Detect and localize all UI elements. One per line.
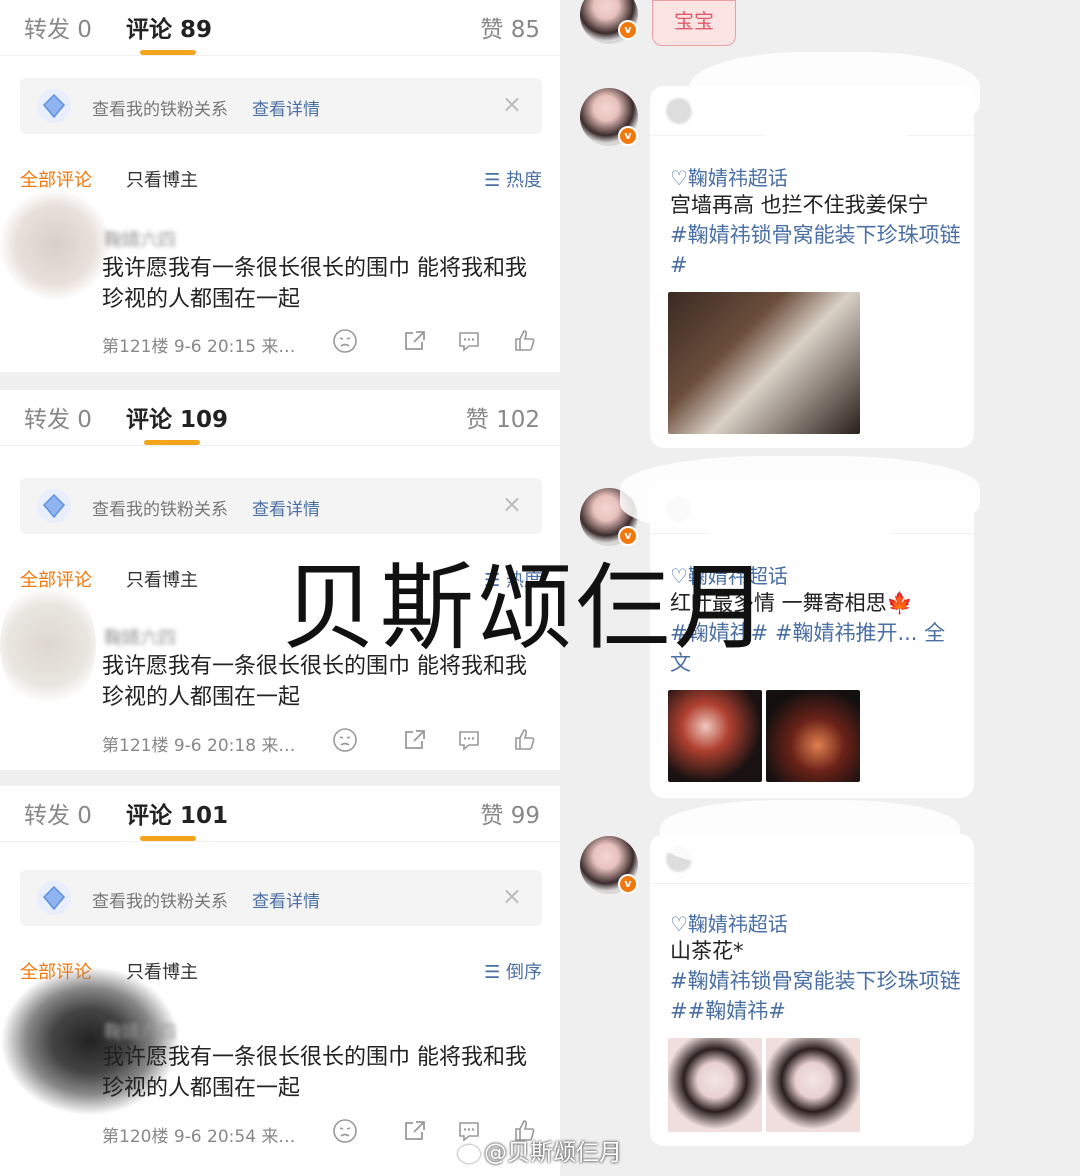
close-icon[interactable]: × bbox=[502, 882, 522, 910]
post-image[interactable] bbox=[668, 1038, 762, 1132]
verified-icon: v bbox=[618, 874, 638, 894]
share-icon[interactable] bbox=[402, 1118, 428, 1144]
comment-text: 我许愿我有一条很长很长的围巾 能将我和我珍视的人都围在一起 bbox=[102, 1045, 527, 1101]
reply-icon[interactable] bbox=[456, 727, 482, 753]
fan-relation-text: 查看我的铁粉关系 bbox=[92, 892, 228, 912]
redaction-scribble bbox=[620, 456, 980, 536]
tab-likes[interactable]: 赞 85 bbox=[480, 10, 540, 44]
shared-post-card[interactable]: ♡鞠婧祎超话 山茶花* #鞠婧祎锁骨窝能装下珍珠项链##鞠婧祎# bbox=[650, 834, 974, 1146]
shared-post-card[interactable]: ♡鞠婧祎超话 宫墙再高 也拦不住我姜保宁 #鞠婧祎锁骨窝能装下珍珠项链# bbox=[650, 86, 974, 448]
fan-relation-bar[interactable]: 查看我的铁粉关系 查看详情 × bbox=[20, 78, 542, 134]
like-icon[interactable] bbox=[512, 328, 538, 354]
bottom-watermark: @贝斯颂仨月 bbox=[458, 1133, 622, 1167]
gem-icon bbox=[37, 89, 71, 123]
filter-all-comments[interactable]: 全部评论 bbox=[20, 166, 92, 192]
share-icon[interactable] bbox=[402, 328, 428, 354]
post-image[interactable] bbox=[766, 690, 860, 782]
author-avatar-redacted bbox=[666, 98, 692, 124]
gem-icon bbox=[37, 881, 71, 915]
active-tab-indicator bbox=[140, 836, 196, 841]
verified-icon: v bbox=[618, 126, 638, 146]
view-details-link[interactable]: 查看详情 bbox=[252, 887, 320, 912]
post-text: 宫墙再高 也拦不住我姜保宁 bbox=[670, 193, 929, 217]
tab-likes[interactable]: 赞 99 bbox=[480, 796, 540, 830]
close-icon[interactable]: × bbox=[502, 490, 522, 518]
chat-bubble[interactable]: 宝宝 bbox=[652, 0, 736, 46]
comment-text: 我许愿我有一条很长很长的围巾 能将我和我珍视的人都围在一起 bbox=[102, 256, 527, 312]
bottom-watermark-text: @贝斯颂仨月 bbox=[484, 1140, 622, 1166]
filter-author-only[interactable]: 只看博主 bbox=[126, 166, 198, 192]
post-hashtags[interactable]: #鞠婧祎锁骨窝能装下珍珠项链# bbox=[670, 220, 966, 280]
redaction-scribble bbox=[690, 52, 980, 138]
share-icon[interactable] bbox=[402, 727, 428, 753]
fan-relation-bar[interactable]: 查看我的铁粉关系 查看详情 × bbox=[20, 478, 542, 534]
supertopic-link[interactable]: ♡鞠婧祎超话 bbox=[670, 908, 788, 937]
dislike-icon[interactable] bbox=[332, 727, 358, 753]
redaction-scribble bbox=[660, 800, 960, 870]
comment-username[interactable]: 鞠婧六四 bbox=[104, 624, 176, 650]
comment-meta-row: 第121楼 9-6 20:15 来… bbox=[102, 328, 540, 357]
tab-bar: 转发 0 评论 109 赞 102 bbox=[0, 390, 560, 446]
comment-panel-1: 转发 0 评论 89 赞 85 查看我的铁粉关系 查看详情 × 全部评论 只看博… bbox=[0, 0, 560, 372]
tab-forward[interactable]: 转发 0 bbox=[24, 10, 92, 44]
gem-icon bbox=[37, 489, 71, 523]
tab-bar: 转发 0 评论 101 赞 99 bbox=[0, 786, 560, 842]
fan-relation-text: 查看我的铁粉关系 bbox=[92, 100, 228, 120]
active-tab-indicator bbox=[140, 50, 196, 55]
tab-comments[interactable]: 评论 109 bbox=[126, 400, 228, 434]
post-image[interactable] bbox=[668, 690, 762, 782]
view-details-link[interactable]: 查看详情 bbox=[252, 95, 320, 120]
avatar-redaction bbox=[0, 190, 110, 300]
post-hashtags[interactable]: #鞠婧祎锁骨窝能装下珍珠项链##鞠婧祎# bbox=[670, 966, 966, 1026]
tab-bar: 转发 0 评论 89 赞 85 bbox=[0, 0, 560, 56]
comment-floor-time: 第121楼 9-6 20:15 来… bbox=[102, 337, 296, 357]
like-icon[interactable] bbox=[512, 727, 538, 753]
watermark-text: 贝斯颂仨月 bbox=[282, 554, 773, 663]
sort-toggle[interactable]: ☰ 倒序 bbox=[484, 958, 542, 984]
dislike-icon[interactable] bbox=[332, 328, 358, 354]
tab-forward[interactable]: 转发 0 bbox=[24, 400, 92, 434]
comment-filter-bar: 全部评论 只看博主 ☰ 热度 bbox=[20, 162, 542, 192]
tab-comments[interactable]: 评论 101 bbox=[126, 796, 228, 830]
tab-forward[interactable]: 转发 0 bbox=[24, 796, 92, 830]
comment-username[interactable]: 鞠婧六四 bbox=[104, 226, 176, 252]
post-image[interactable] bbox=[766, 1038, 860, 1132]
tab-likes[interactable]: 赞 102 bbox=[466, 400, 540, 434]
comment-floor-time: 第121楼 9-6 20:18 来… bbox=[102, 736, 296, 756]
comment-panel-3: 转发 0 评论 101 赞 99 查看我的铁粉关系 查看详情 × 全部评论 只看… bbox=[0, 786, 560, 1176]
post-text: 山茶花* bbox=[670, 939, 744, 963]
dislike-icon[interactable] bbox=[332, 1118, 358, 1144]
close-icon[interactable]: × bbox=[502, 90, 522, 118]
tab-comments[interactable]: 评论 89 bbox=[126, 10, 212, 44]
filter-author-only[interactable]: 只看博主 bbox=[126, 566, 198, 592]
weibo-logo-icon bbox=[458, 1144, 480, 1163]
sort-toggle[interactable]: ☰ 热度 bbox=[484, 166, 542, 192]
active-tab-indicator bbox=[144, 440, 200, 445]
fan-relation-bar[interactable]: 查看我的铁粉关系 查看详情 × bbox=[20, 870, 542, 926]
reply-icon[interactable] bbox=[456, 328, 482, 354]
post-image[interactable] bbox=[668, 292, 860, 434]
supertopic-link[interactable]: ♡鞠婧祎超话 bbox=[670, 162, 788, 191]
fan-relation-text: 查看我的铁粉关系 bbox=[92, 500, 228, 520]
comment-floor-time: 第120楼 9-6 20:54 来… bbox=[102, 1127, 296, 1147]
view-details-link[interactable]: 查看详情 bbox=[252, 495, 320, 520]
avatar-redaction bbox=[0, 580, 96, 710]
comment-meta-row: 第121楼 9-6 20:18 来… bbox=[102, 727, 540, 756]
comment-username[interactable]: 鞠婧六四 bbox=[104, 1018, 176, 1044]
verified-icon: v bbox=[618, 20, 638, 40]
